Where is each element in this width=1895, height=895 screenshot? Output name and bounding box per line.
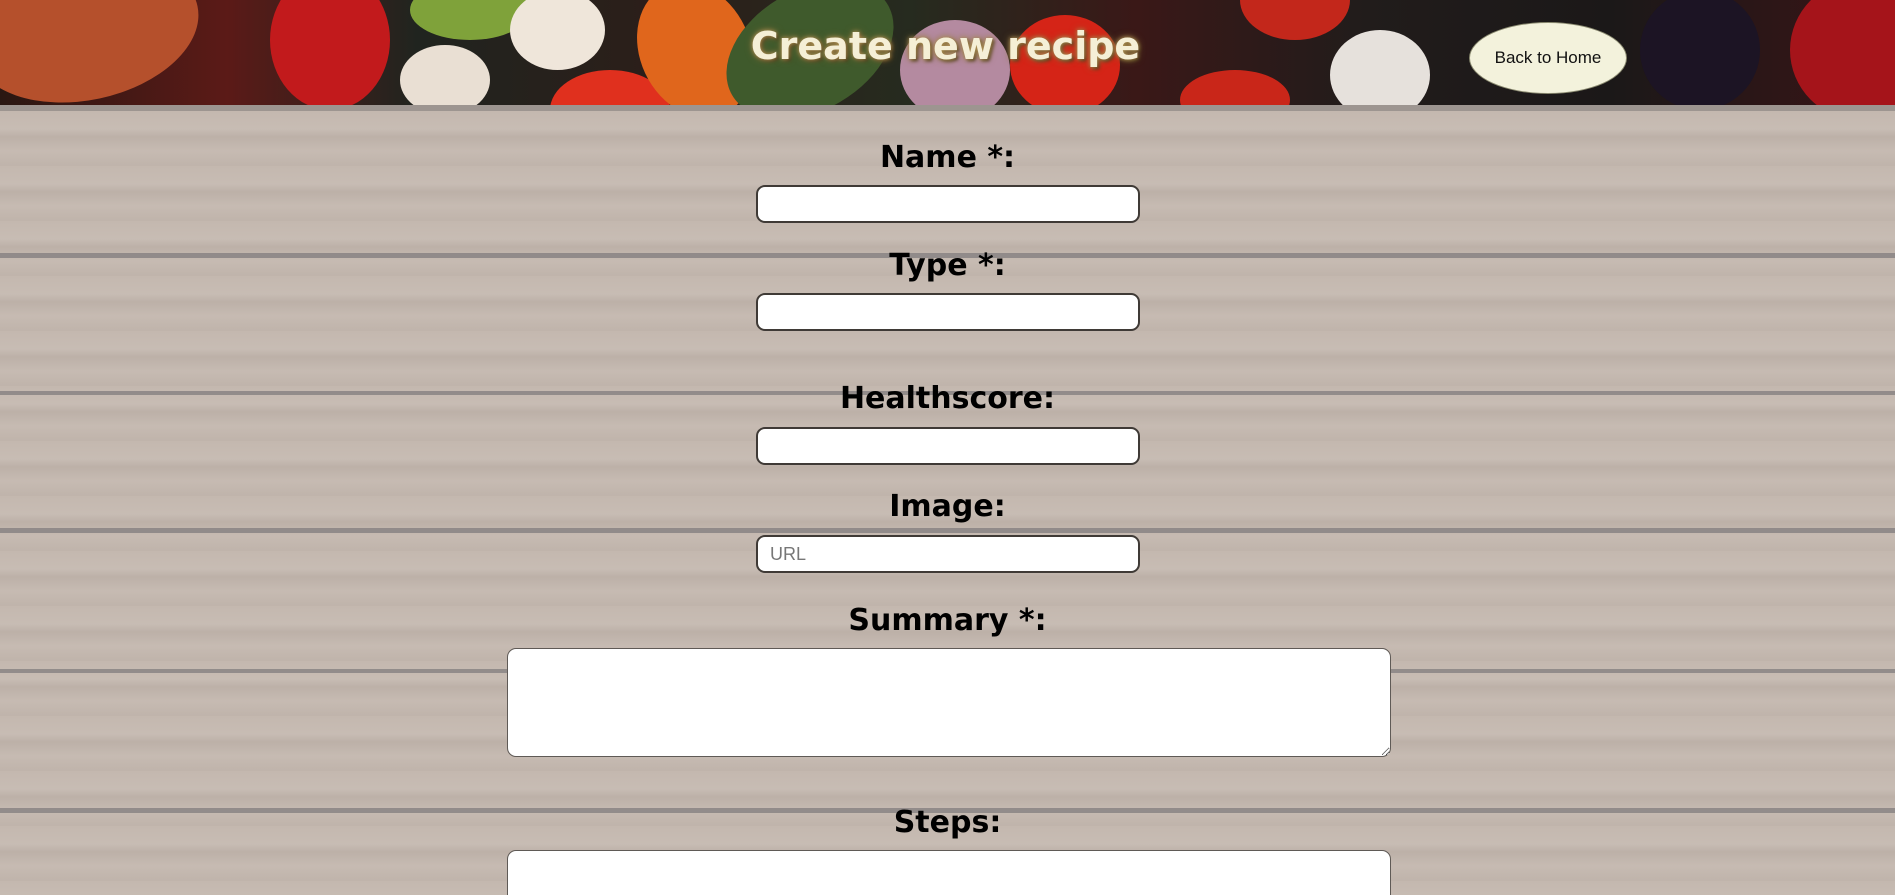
healthscore-input[interactable] bbox=[756, 427, 1140, 465]
header-banner: Create new recipe Back to Home bbox=[0, 0, 1895, 105]
back-to-home-button[interactable]: Back to Home bbox=[1469, 22, 1627, 94]
healthscore-label: Healthscore: bbox=[839, 381, 1056, 416]
steps-label: Steps: bbox=[893, 805, 1002, 840]
summary-textarea[interactable] bbox=[507, 648, 1391, 757]
steps-textarea[interactable] bbox=[507, 850, 1391, 895]
image-url-input[interactable] bbox=[756, 535, 1140, 573]
image-label: Image: bbox=[889, 489, 1006, 524]
name-input[interactable] bbox=[756, 185, 1140, 223]
type-input[interactable] bbox=[756, 293, 1140, 331]
summary-label: Summary *: bbox=[848, 603, 1047, 638]
plank-seam bbox=[0, 528, 1895, 533]
type-label: Type *: bbox=[889, 248, 1006, 283]
tomato-image bbox=[1180, 70, 1290, 105]
name-label: Name *: bbox=[879, 140, 1016, 175]
